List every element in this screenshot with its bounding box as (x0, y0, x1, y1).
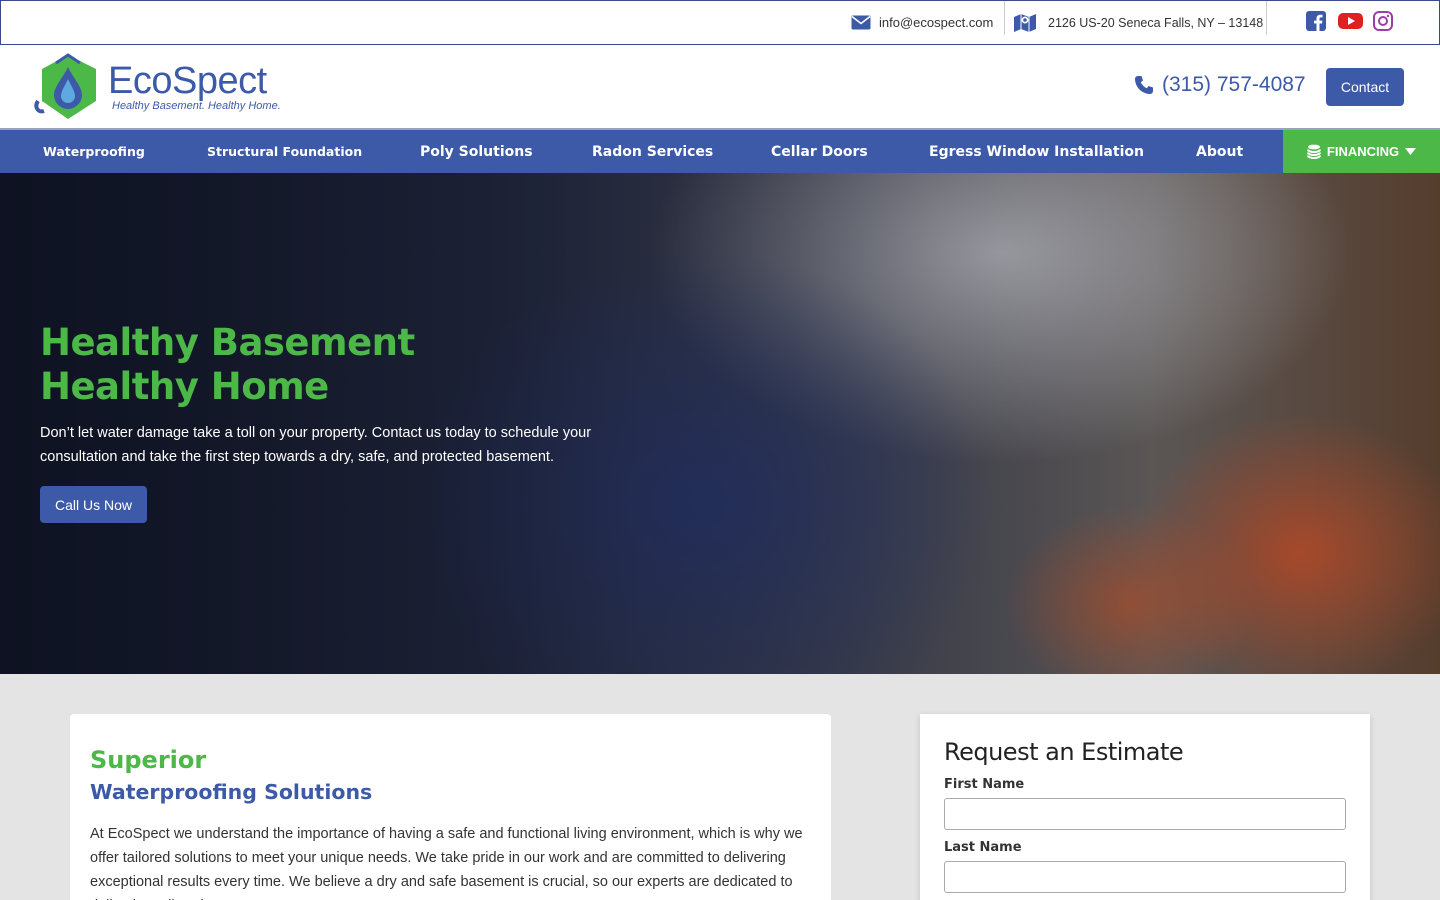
first-name-label: First Name (944, 777, 1025, 792)
email-link[interactable]: info@ecospect.com (851, 1, 993, 44)
divider (1004, 1, 1005, 35)
site-header: EcoSpect Healthy Basement. Healthy Home.… (0, 45, 1440, 130)
nav-item-about[interactable]: About (1196, 130, 1243, 173)
map-icon (1014, 13, 1036, 32)
estimate-form: Request an Estimate First Name Last Name (920, 714, 1370, 900)
top-bar: info@ecospect.com 2126 US-20 Seneca Fall… (0, 0, 1440, 45)
logo[interactable]: EcoSpect Healthy Basement. Healthy Home. (34, 53, 281, 121)
hero-title-line1: Healthy Basement (40, 321, 415, 364)
water-drop-logo-icon (34, 53, 104, 121)
social-links (1306, 11, 1395, 33)
intro-subheading: Waterproofing Solutions (90, 780, 373, 804)
intro-heading: Superior (90, 746, 207, 774)
nav-item-poly-solutions[interactable]: Poly Solutions (420, 130, 533, 173)
phone-icon (1134, 75, 1162, 95)
envelope-icon (851, 15, 871, 30)
contact-button[interactable]: Contact (1326, 68, 1404, 106)
address-text: 2126 US-20 Seneca Falls, NY – 13148 (1048, 15, 1264, 30)
main-nav: Waterproofing Structural Foundation Poly… (0, 130, 1440, 173)
phone-number: (315) 757-4087 (1162, 73, 1306, 96)
nav-item-egress-window[interactable]: Egress Window Installation (929, 130, 1144, 173)
divider (1266, 1, 1267, 35)
hero-title-line2: Healthy Home (40, 365, 329, 408)
estimate-form-title: Request an Estimate (944, 738, 1184, 766)
last-name-label: Last Name (944, 840, 1022, 855)
intro-body: At EcoSpect we understand the importance… (90, 826, 803, 900)
first-name-input[interactable] (944, 798, 1346, 830)
facebook-icon[interactable] (1306, 11, 1328, 33)
hero-content: Healthy Basement Healthy Home Don’t let … (40, 321, 600, 523)
address-link[interactable]: 2126 US-20 Seneca Falls, NY – 13148 (1014, 1, 1263, 44)
logo-name: EcoSpect (108, 60, 267, 102)
hero-description: Don’t let water damage take a toll on yo… (40, 425, 592, 465)
caret-down-icon (1405, 148, 1417, 155)
hero-banner: Healthy Basement Healthy Home Don’t let … (0, 173, 1440, 674)
nav-item-structural-foundation[interactable]: Structural Foundation (207, 130, 362, 173)
nav-item-cellar-doors[interactable]: Cellar Doors (771, 130, 868, 173)
last-name-input[interactable] (944, 861, 1346, 893)
email-text: info@ecospect.com (879, 15, 994, 30)
phone-link[interactable]: (315) 757-4087 (1134, 73, 1306, 97)
nav-item-waterproofing[interactable]: Waterproofing (43, 130, 145, 173)
nav-item-radon-services[interactable]: Radon Services (592, 130, 713, 173)
call-us-now-button[interactable]: Call Us Now (40, 486, 147, 523)
coins-icon (1306, 144, 1321, 159)
financing-dropdown[interactable]: FINANCING (1283, 130, 1440, 173)
hero-title: Healthy Basement Healthy Home (40, 321, 600, 409)
intro-card: Superior Waterproofing Solutions At EcoS… (70, 714, 831, 900)
financing-label: FINANCING (1326, 144, 1400, 159)
logo-tagline: Healthy Basement. Healthy Home. (112, 100, 281, 112)
youtube-icon[interactable] (1338, 11, 1363, 33)
instagram-icon[interactable] (1373, 11, 1395, 33)
